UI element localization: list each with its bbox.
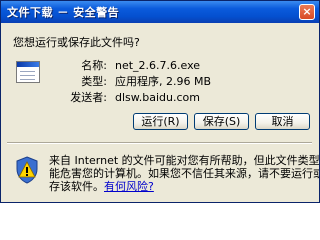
warning-line-3: 存该软件。有何风险? [49, 180, 313, 193]
warning-line-3-text: 存该软件。 [49, 180, 104, 193]
window-title: 文件下载 － 安全警告 [7, 6, 120, 19]
warning-line-2: 能危害您的计算机。如果您不信任其来源，请不要运行或保 [49, 167, 320, 180]
file-name-row: 名称: net_2.6.7.6.exe [57, 57, 200, 73]
file-type-label: 类型: [81, 75, 107, 88]
divider [7, 142, 312, 144]
security-warning-text: 来自 Internet 的文件可能对您有所帮助，但此文件类型可 能危害您的计算机… [49, 154, 320, 193]
exe-file-icon [16, 61, 40, 83]
cancel-button[interactable]: 取消 [255, 113, 310, 130]
shield-warning-icon [16, 156, 38, 184]
close-button[interactable]: × [299, 4, 315, 20]
file-type-value: 应用程序, 2.96 MB [115, 75, 212, 88]
file-sender-row: 发送者: dlsw.baidu.com [57, 89, 200, 105]
what-is-the-risk-link[interactable]: 有何风险? [104, 180, 154, 193]
save-button[interactable]: 保存(S) [194, 113, 249, 130]
security-warning-dialog: 文件下载 － 安全警告 × 您想运行或保存此文件吗? 名称: net_2.6.7.… [0, 0, 320, 203]
title-bar[interactable]: 文件下载 － 安全警告 × [1, 1, 319, 23]
file-name-value: net_2.6.7.6.exe [115, 59, 201, 72]
file-sender-label: 发送者: [70, 91, 107, 104]
run-or-save-prompt: 您想运行或保存此文件吗? [13, 36, 140, 49]
file-type-row: 类型: 应用程序, 2.96 MB [57, 73, 211, 89]
file-sender-value: dlsw.baidu.com [115, 91, 200, 104]
run-button[interactable]: 运行(R) [133, 113, 188, 130]
warning-line-1: 来自 Internet 的文件可能对您有所帮助，但此文件类型可 [49, 154, 320, 167]
file-name-label: 名称: [81, 59, 107, 72]
